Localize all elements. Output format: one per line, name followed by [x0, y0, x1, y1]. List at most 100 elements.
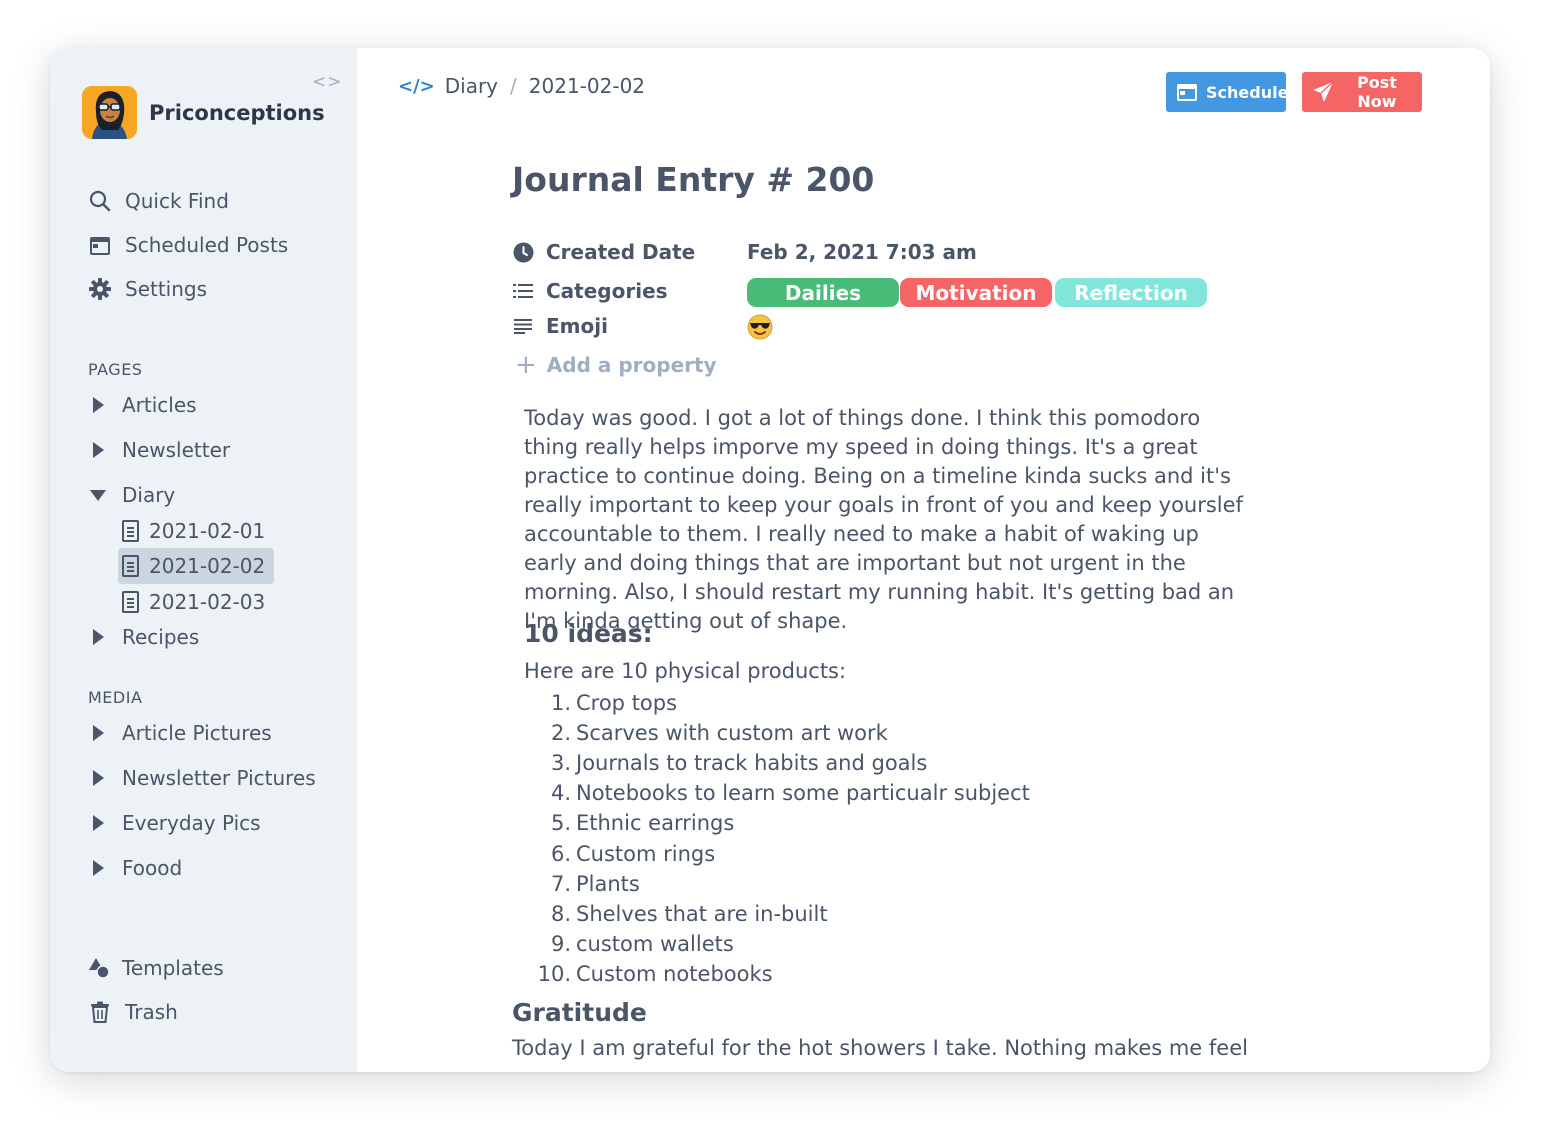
category-tag-reflection[interactable]: Reflection	[1055, 278, 1207, 307]
property-emoji[interactable]: Emoji	[512, 314, 608, 338]
post-now-button[interactable]: Post Now	[1302, 72, 1422, 112]
sidebar-subitem-label: 2021-02-01	[149, 519, 266, 543]
list-item-text: custom wallets	[576, 931, 734, 956]
sidebar-subitem-2021-02-03[interactable]: 2021-02-03	[118, 584, 274, 620]
caret-right-icon[interactable]	[88, 629, 108, 645]
add-property-button[interactable]: + Add a property	[515, 350, 717, 380]
sidebar-item-newsletter[interactable]: Newsletter	[88, 438, 230, 462]
avatar	[82, 86, 137, 139]
add-property-label: Add a property	[546, 353, 717, 377]
main-content: </> Diary / 2021-02-02 Schedule Post Now…	[357, 48, 1490, 1072]
list-number: 10.	[537, 961, 571, 986]
code-icon: </>	[398, 75, 435, 97]
nav-templates[interactable]: Templates	[88, 956, 224, 980]
sidebar-item-label: Newsletter	[122, 438, 231, 462]
list-item[interactable]: 1. Crop tops	[527, 688, 1030, 718]
trash-icon	[88, 1000, 112, 1024]
text-lines-icon	[512, 315, 534, 337]
breadcrumb-diary-link[interactable]: Diary	[445, 74, 498, 98]
nav-settings[interactable]: Settings	[88, 277, 207, 301]
gratitude-heading[interactable]: Gratitude	[512, 998, 647, 1027]
workspace-name: Priconceptions	[149, 100, 325, 125]
nav-quick-find[interactable]: Quick Find	[88, 189, 229, 213]
nav-trash[interactable]: Trash	[88, 1000, 178, 1024]
list-number: 6.	[550, 841, 571, 866]
caret-right-icon[interactable]	[88, 770, 108, 786]
property-categories[interactable]: Categories	[512, 279, 668, 303]
ideas-heading[interactable]: 10 ideas:	[524, 619, 653, 648]
sidebar-item-label: Diary	[122, 483, 176, 507]
search-icon	[88, 189, 112, 213]
nav-scheduled-posts-label: Scheduled Posts	[125, 233, 289, 257]
emoji-value[interactable]	[747, 314, 773, 345]
breadcrumb-separator: /	[510, 74, 517, 98]
schedule-button-label: Schedule	[1206, 82, 1289, 102]
sidebar: <> Priconceptions Quick Find Scheduled P…	[50, 48, 357, 1072]
plus-icon: +	[515, 350, 537, 380]
breadcrumb: </> Diary / 2021-02-02	[398, 74, 645, 98]
ideas-intro[interactable]: Here are 10 physical products:	[524, 659, 846, 683]
created-date-value[interactable]: Feb 2, 2021 7:03 am	[747, 240, 977, 264]
property-created-date[interactable]: Created Date	[512, 240, 695, 264]
sidebar-item-label: Newsletter Pictures	[122, 766, 316, 790]
caret-right-icon[interactable]	[88, 397, 108, 413]
list-item[interactable]: 4. Notebooks to learn some particualr sub…	[527, 778, 1030, 808]
nav-scheduled-posts[interactable]: Scheduled Posts	[88, 233, 288, 257]
category-tag-dailies[interactable]: Dailies	[747, 278, 899, 307]
nav-quick-find-label: Quick Find	[125, 189, 229, 213]
list-item[interactable]: 5. Ethnic earrings	[527, 808, 1030, 838]
sidebar-item-newsletter-pictures[interactable]: Newsletter Pictures	[88, 766, 316, 790]
list-item[interactable]: 7. Plants	[527, 869, 1030, 899]
list-item-text: Ethnic earrings	[576, 811, 735, 836]
sidebar-item-diary[interactable]: Diary	[88, 483, 175, 507]
list-item[interactable]: 2. Scarves with custom art work	[527, 718, 1030, 748]
list-icon	[512, 280, 534, 302]
media-section-label: MEDIA	[88, 688, 143, 707]
nav-trash-label: Trash	[125, 1000, 178, 1024]
category-tag-motivation[interactable]: Motivation	[900, 278, 1052, 307]
app-window: <> Priconceptions Quick Find Scheduled P…	[50, 48, 1490, 1072]
document-icon	[122, 591, 139, 613]
sidebar-item-label: Recipes	[122, 625, 200, 649]
list-item-text: Custom notebooks	[576, 961, 773, 986]
list-item-text: Plants	[576, 871, 640, 896]
sidebar-item-article-pictures[interactable]: Article Pictures	[88, 721, 272, 745]
sidebar-item-label: Articles	[122, 393, 197, 417]
sidebar-subitem-label: 2021-02-03	[149, 590, 266, 614]
sidebar-item-label: Everyday Pics	[122, 811, 261, 835]
page-title[interactable]: Journal Entry # 200	[512, 160, 874, 199]
caret-down-icon[interactable]	[88, 489, 108, 501]
caret-right-icon[interactable]	[88, 725, 108, 741]
ideas-list: 1. Crop tops 2. Scarves with custom art wo…	[527, 688, 1030, 989]
sidebar-item-foood[interactable]: Foood	[88, 856, 182, 880]
list-item-text: Custom rings	[576, 841, 716, 866]
list-number: 7.	[550, 871, 571, 896]
post-now-button-label: Post Now	[1357, 73, 1397, 111]
caret-right-icon[interactable]	[88, 815, 108, 831]
list-item[interactable]: 3. Journals to track habits and goals	[527, 748, 1030, 778]
send-icon	[1312, 81, 1334, 103]
sidebar-item-everyday-pics[interactable]: Everyday Pics	[88, 811, 261, 835]
caret-right-icon[interactable]	[88, 860, 108, 876]
list-item[interactable]: 9. custom wallets	[527, 929, 1030, 959]
list-number: 8.	[550, 901, 571, 926]
journal-paragraph[interactable]: Today was good. I got a lot of things do…	[524, 404, 1254, 636]
calendar-icon	[1176, 82, 1198, 102]
sidebar-item-recipes[interactable]: Recipes	[88, 625, 199, 649]
list-number: 4.	[550, 781, 571, 806]
workspace-switcher[interactable]: Priconceptions	[82, 86, 325, 139]
list-item[interactable]: 8. Shelves that are in-built	[527, 899, 1030, 929]
list-number: 5.	[550, 811, 571, 836]
sidebar-item-articles[interactable]: Articles	[88, 393, 197, 417]
breadcrumb-current: 2021-02-02	[528, 74, 646, 98]
gratitude-paragraph[interactable]: Today I am grateful for the hot showers …	[512, 1036, 1248, 1060]
sidebar-subitem-2021-02-01[interactable]: 2021-02-01	[118, 513, 274, 549]
list-item[interactable]: 6. Custom rings	[527, 838, 1030, 868]
list-item[interactable]: 10. Custom notebooks	[527, 959, 1030, 989]
schedule-button[interactable]: Schedule	[1166, 72, 1289, 112]
sidebar-subitem-label: 2021-02-02	[149, 554, 266, 578]
gear-icon	[88, 277, 112, 301]
calendar-icon	[88, 233, 112, 257]
sidebar-subitem-2021-02-02[interactable]: 2021-02-02	[118, 548, 274, 584]
caret-right-icon[interactable]	[88, 442, 108, 458]
